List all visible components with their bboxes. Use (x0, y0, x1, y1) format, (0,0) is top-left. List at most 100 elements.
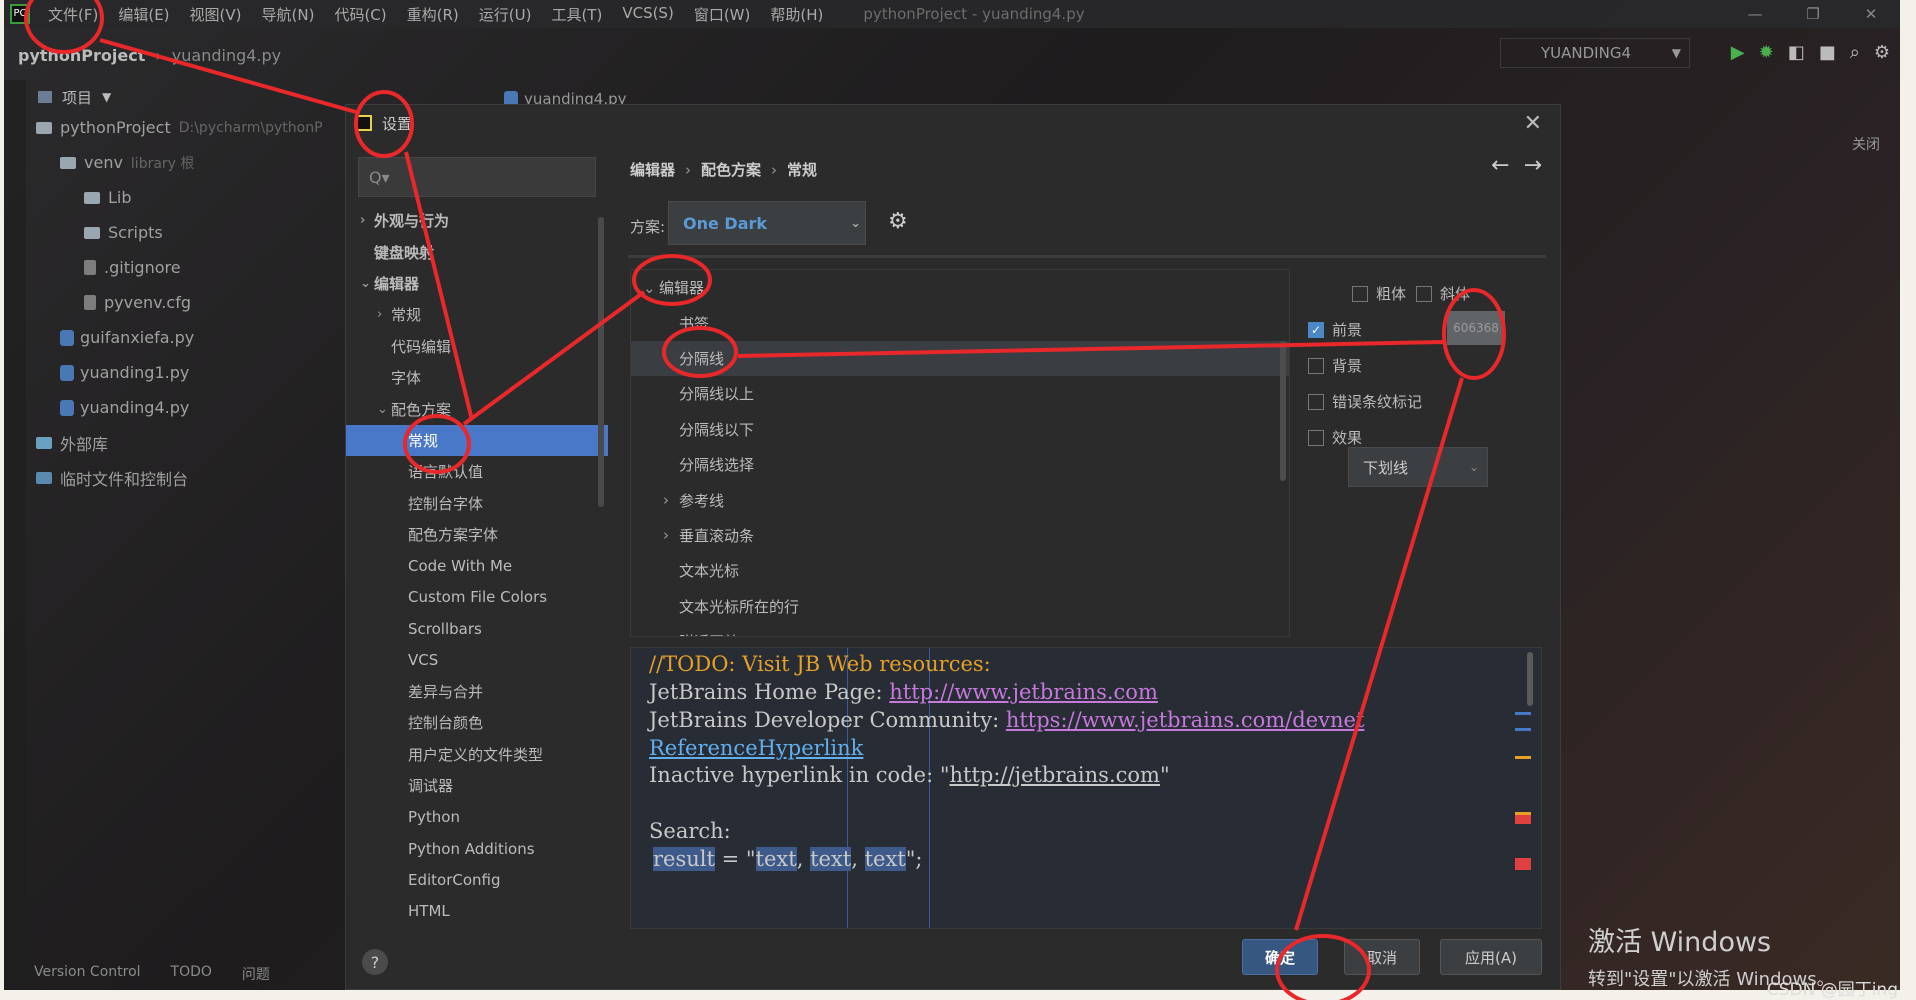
stop-icon[interactable]: ■ (1819, 42, 1836, 63)
settings-nav-item[interactable]: 常规 (346, 424, 608, 457)
settings-nav-item[interactable]: EditorConfig (346, 864, 608, 895)
option-tree-item[interactable]: 分隔线 (631, 340, 1289, 377)
settings-nav-item[interactable]: 差异与合并 (346, 676, 608, 707)
menu-item[interactable]: 窗口(W) (684, 4, 761, 25)
menu-item[interactable]: VCS(S) (612, 4, 683, 25)
scheme-gear-icon[interactable]: ⚙ (888, 209, 908, 234)
option-tree-item[interactable]: 文本光标所在的行 (631, 589, 1289, 624)
close-icon[interactable]: ✕ (1524, 111, 1542, 136)
bold-checkbox[interactable]: 粗体 (1352, 283, 1406, 304)
menu-item[interactable]: 工具(T) (541, 4, 612, 25)
help-button[interactable]: ? (362, 949, 388, 975)
maximize-icon[interactable]: ❐ (1784, 0, 1842, 28)
preview-editor[interactable]: //TODO: Visit JB Web resources: JetBrain… (630, 647, 1542, 929)
minimize-icon[interactable]: — (1726, 0, 1784, 28)
project-tree-item[interactable]: 外部库 (28, 425, 358, 460)
status-bar-item[interactable]: Version Control (34, 964, 141, 984)
project-tree-item[interactable]: Scripts (28, 215, 358, 250)
ok-button[interactable]: 确定 (1242, 939, 1318, 975)
settings-nav-item[interactable]: 代码编辑 (346, 331, 608, 362)
run-config-select[interactable]: YUANDING4 ▼ (1500, 38, 1690, 68)
project-tree-item[interactable]: .gitignore (28, 250, 358, 285)
settings-nav-item[interactable]: Code With Me (346, 550, 608, 581)
forward-arrow-icon[interactable]: → (1524, 153, 1542, 178)
background-checkbox[interactable]: 背景 (1308, 355, 1362, 376)
option-tree-item[interactable]: 分隔线以下 (631, 412, 1289, 447)
effects-checkbox[interactable]: 效果 (1308, 427, 1362, 448)
menu-item[interactable]: 视图(V) (180, 4, 252, 25)
preview-reference-link[interactable]: ReferenceHyperlink (649, 736, 863, 760)
menu-item[interactable]: 导航(N) (252, 4, 325, 25)
settings-nav-item[interactable]: 用户定义的文件类型 (346, 739, 608, 770)
error-stripe-checkbox[interactable]: 错误条纹标记 (1308, 391, 1422, 412)
option-tree-item[interactable]: ⌄ 编辑器 (631, 270, 1289, 305)
settings-nav-item[interactable]: 键盘映射 (346, 236, 608, 267)
foreground-color-swatch[interactable]: 606368 (1447, 311, 1505, 345)
project-tree-item[interactable]: yuanding1.py (28, 355, 358, 390)
effect-type-select[interactable]: 下划线 ⌄ (1348, 447, 1488, 487)
menu-item[interactable]: 重构(R) (397, 4, 469, 25)
cancel-button[interactable]: 取消 (1344, 939, 1420, 975)
option-tree-item[interactable]: 书签 (631, 305, 1289, 340)
preview-scrollbar[interactable] (1527, 652, 1533, 706)
settings-nav-item[interactable]: ⌄ 配色方案 (346, 393, 608, 424)
settings-nav-item[interactable]: › 常规 (346, 299, 608, 330)
project-tree-item[interactable]: Lib (28, 180, 358, 215)
settings-nav-item[interactable]: 配色方案字体 (346, 519, 608, 550)
option-tree-item[interactable]: 附近区效 (631, 624, 1289, 636)
settings-nav-item[interactable]: 控制台字体 (346, 488, 608, 519)
scheme-select[interactable]: One Dark ⌄ (668, 201, 866, 245)
nav-scrollbar[interactable] (598, 217, 604, 507)
breadcrumb-project[interactable]: pythonProject (18, 46, 145, 65)
menu-item[interactable]: 文件(F) (38, 4, 108, 25)
settings-nav-item[interactable]: Python Additions (346, 833, 608, 864)
settings-nav-item[interactable]: 调试器 (346, 770, 608, 801)
menu-item[interactable]: 运行(U) (469, 4, 542, 25)
menu-item[interactable]: 编辑(E) (108, 4, 179, 25)
settings-nav-item[interactable]: ⌄ 编辑器 (346, 268, 608, 299)
settings-search-input[interactable]: Q▾ (358, 157, 596, 197)
project-tree-item[interactable]: 临时文件和控制台 (28, 460, 358, 495)
back-arrow-icon[interactable]: ← (1491, 153, 1509, 178)
option-tree-item[interactable]: 文本光标 (631, 553, 1289, 588)
status-bar-item[interactable]: TODO (171, 964, 212, 984)
menu-item[interactable]: 代码(C) (324, 4, 396, 25)
settings-nav-item[interactable]: VCS (346, 644, 608, 675)
preview-link[interactable]: https://www.jetbrains.com/devnet (1006, 708, 1365, 732)
status-bar-item[interactable]: 问题 (242, 964, 270, 984)
project-tree-item[interactable]: pythonProject D:\pycharm\pythonP (28, 110, 358, 145)
settings-nav-item[interactable]: HTML (346, 896, 608, 927)
project-panel-title[interactable]: 项目 (62, 87, 92, 108)
menu-item[interactable]: 帮助(H) (760, 4, 833, 25)
preview-link[interactable]: http://www.jetbrains.com (889, 680, 1158, 704)
close-window-icon[interactable]: ✕ (1842, 0, 1900, 28)
option-tree-item[interactable]: 分隔线以上 (631, 376, 1289, 411)
chevron-down-icon[interactable]: ▼ (102, 90, 111, 104)
option-tree-item[interactable]: › 垂直滚动条 (631, 518, 1289, 553)
run-icon[interactable]: ▶ (1731, 42, 1745, 63)
settings-nav-item[interactable]: Custom File Colors (346, 582, 608, 613)
option-tree-item[interactable]: › 参考线 (631, 482, 1289, 517)
settings-nav-item[interactable]: Scrollbars (346, 613, 608, 644)
breadcrumb-file[interactable]: yuanding4.py (172, 46, 281, 65)
italic-checkbox[interactable]: 斜体 (1416, 283, 1470, 304)
breadcrumb-item[interactable]: 编辑器 (630, 161, 675, 179)
option-tree-item[interactable]: 分隔线选择 (631, 447, 1289, 482)
foreground-checkbox[interactable]: ✓ 前景 (1308, 319, 1362, 340)
project-tree-item[interactable]: guifanxiefa.py (28, 320, 358, 355)
settings-gear-icon[interactable]: ⚙ (1874, 42, 1890, 63)
apply-button[interactable]: 应用(A) (1440, 939, 1542, 975)
settings-nav-item[interactable]: 字体 (346, 362, 608, 393)
settings-nav-item[interactable]: 控制台颜色 (346, 707, 608, 738)
coverage-icon[interactable]: ◧ (1788, 42, 1805, 63)
breadcrumb-item[interactable]: 配色方案 (701, 161, 761, 179)
debug-icon[interactable]: ✹ (1759, 42, 1774, 63)
option-tree-scrollbar[interactable] (1280, 341, 1286, 481)
settings-nav-item[interactable]: 语言默认值 (346, 456, 608, 487)
project-tree-item[interactable]: yuanding4.py (28, 390, 358, 425)
settings-nav-item[interactable]: › 外观与行为 (346, 205, 608, 236)
settings-nav-item[interactable]: Python (346, 801, 608, 832)
project-tree-item[interactable]: pyvenv.cfg (28, 285, 358, 320)
project-tree-item[interactable]: venv library 根 (28, 145, 358, 180)
search-icon[interactable]: ⌕ (1850, 42, 1860, 63)
